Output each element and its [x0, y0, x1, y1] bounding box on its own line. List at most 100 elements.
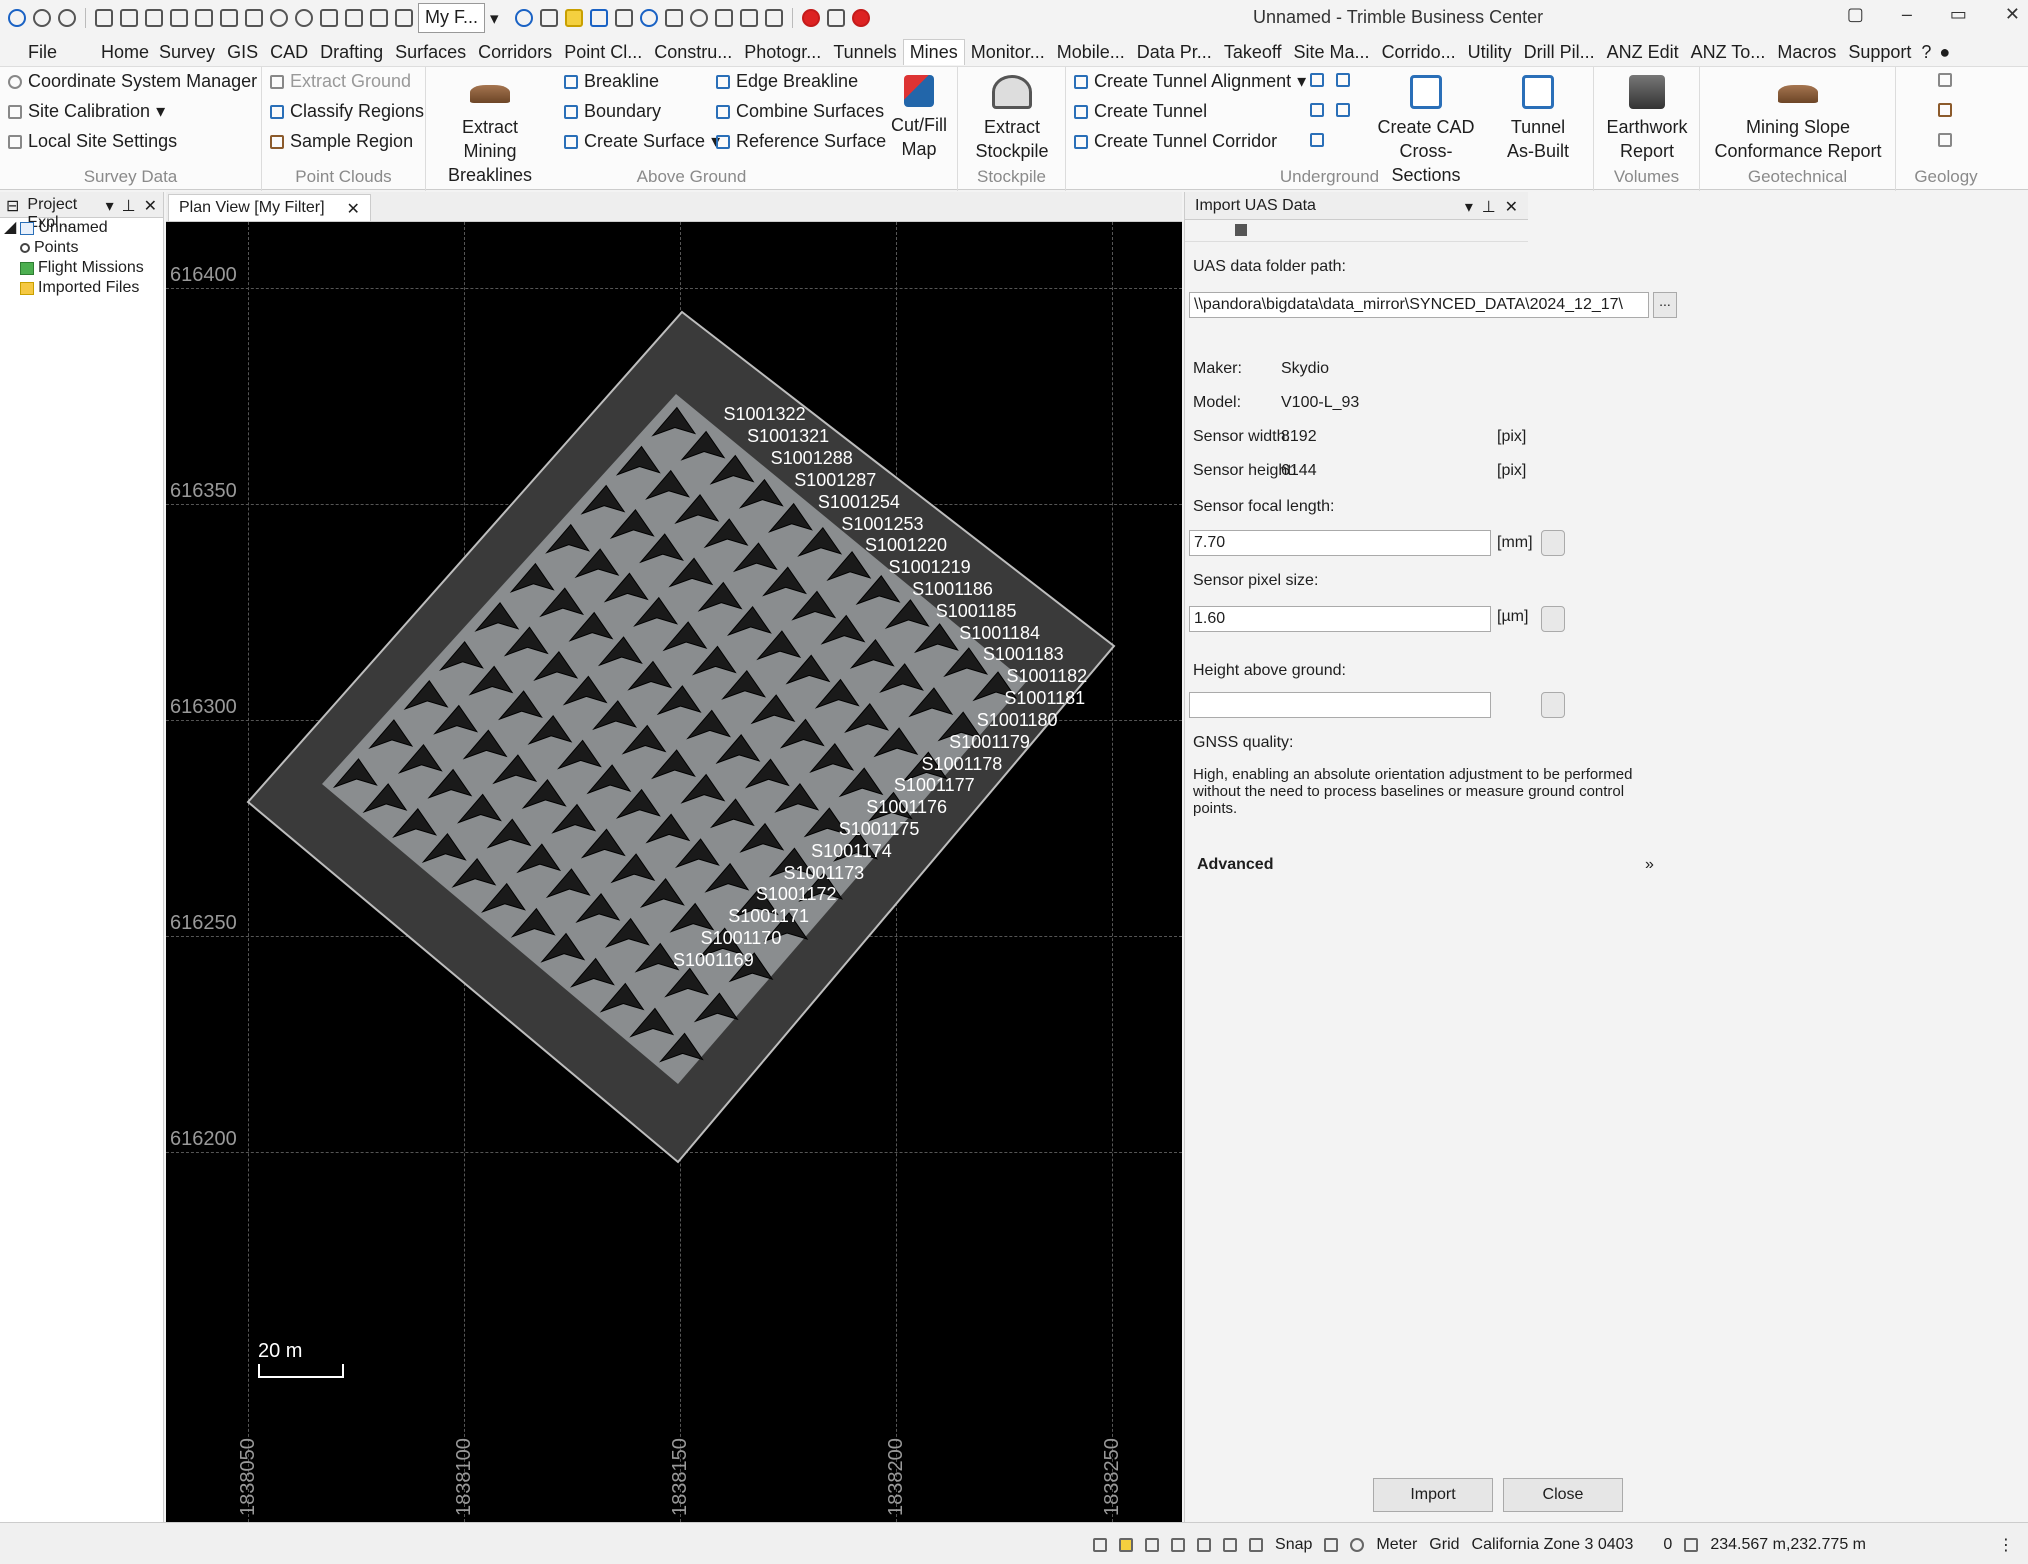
grid-icon[interactable] [665, 9, 683, 27]
earthwork-report-button[interactable]: Earthwork Report [1600, 75, 1694, 163]
reset-height-icon[interactable] [1541, 692, 1565, 718]
settings-icon[interactable] [195, 9, 213, 27]
menu-photogrammetry[interactable]: Photogr... [738, 40, 827, 65]
menu-tunnels[interactable]: Tunnels [827, 40, 902, 65]
geology-model-icon[interactable] [1938, 103, 1952, 117]
tunnel-points-icon[interactable] [1310, 103, 1324, 117]
tunnel-report-icon[interactable] [1310, 133, 1324, 147]
menu-monitoring[interactable]: Monitor... [965, 40, 1051, 65]
create-tunnel-corridor-button[interactable]: Create Tunnel Corridor [1074, 131, 1277, 152]
close-circle-icon[interactable] [852, 9, 870, 27]
import-button[interactable]: Import [1373, 1478, 1493, 1512]
photo-label[interactable]: S1001321 [747, 426, 829, 447]
camera-icon[interactable] [1324, 1538, 1339, 1552]
tunnel-tool-icon[interactable] [1310, 73, 1324, 87]
circle-icon[interactable] [295, 9, 313, 27]
panel-close-icon[interactable]: ✕ [144, 196, 157, 215]
funnel-icon[interactable] [540, 9, 558, 27]
tree-item-points[interactable]: Points [0, 238, 163, 258]
menu-survey[interactable]: Survey [153, 40, 221, 65]
tunnel-settings-icon[interactable] [1336, 73, 1350, 87]
advanced-section-toggle[interactable]: Advanced [1197, 856, 1273, 874]
combine-surfaces-button[interactable]: Combine Surfaces [716, 101, 884, 122]
photo-label[interactable]: S1001177 [894, 775, 975, 796]
photo-label[interactable]: S1001172 [756, 884, 837, 905]
reset-focal-length-icon[interactable] [1541, 530, 1565, 556]
photo-label[interactable]: S1001181 [1004, 688, 1085, 709]
menu-site-management[interactable]: Site Ma... [1288, 40, 1376, 65]
app-logo-icon[interactable] [8, 9, 26, 27]
menu-anz-tools[interactable]: ANZ To... [1685, 40, 1772, 65]
menu-takeoff[interactable]: Takeoff [1218, 40, 1288, 65]
stack-icon[interactable] [590, 9, 608, 27]
view-icon[interactable] [1093, 1538, 1108, 1552]
tunnel-shapes-icon[interactable] [1336, 103, 1350, 117]
display-icon[interactable] [1197, 1538, 1212, 1552]
tab-plan-view[interactable]: Plan View [My Filter] ✕ [168, 194, 371, 222]
create-tunnel-button[interactable]: Create Tunnel [1074, 101, 1207, 122]
menu-data-prep[interactable]: Data Pr... [1131, 40, 1218, 65]
reference-surface-button[interactable]: Reference Surface [716, 131, 886, 152]
tab-close-icon[interactable]: ✕ [347, 199, 360, 218]
photo-label[interactable]: S1001178 [922, 754, 1003, 775]
pin-icon[interactable]: ⊥ [1482, 199, 1496, 216]
classify-regions-button[interactable]: Classify Regions [270, 101, 424, 122]
geology-drill-icon[interactable] [1938, 133, 1952, 147]
create-surface-button[interactable]: Create Surface ▾ [564, 131, 720, 152]
photo-label[interactable]: S1001219 [889, 557, 971, 578]
menu-home[interactable]: Home [97, 40, 153, 65]
filter-dropdown-icon[interactable]: ▾ [490, 9, 508, 28]
new-project-icon[interactable] [95, 9, 113, 27]
menu-construction[interactable]: Constru... [648, 40, 738, 65]
tree-item-flight-missions[interactable]: Flight Missions [0, 258, 163, 278]
photo-label[interactable]: S1001179 [949, 732, 1030, 753]
photo-label[interactable]: S1001288 [771, 448, 853, 469]
undo-icon[interactable] [33, 9, 51, 27]
photo-label[interactable]: S1001173 [783, 863, 864, 884]
redo-icon[interactable] [58, 9, 76, 27]
maximize-icon[interactable]: ▭ [1950, 4, 1967, 25]
menu-corridors[interactable]: Corridors [472, 40, 558, 65]
local-site-settings-button[interactable]: Local Site Settings [8, 131, 177, 152]
edge-breakline-button[interactable]: Edge Breakline [716, 71, 858, 92]
photo-label[interactable]: S1001183 [983, 644, 1064, 665]
user-icon[interactable]: ● [1935, 40, 1954, 65]
pin-icon[interactable]: ⊥ [122, 196, 136, 215]
collapse-icon[interactable]: ◢ [4, 218, 16, 238]
menu-gis[interactable]: GIS [221, 40, 264, 65]
photo-label[interactable]: S1001253 [841, 514, 923, 535]
photo-label[interactable]: S1001322 [724, 404, 806, 425]
mining-slope-conformance-report-button[interactable]: Mining Slope Conformance Report [1706, 75, 1890, 163]
menu-surfaces[interactable]: Surfaces [389, 40, 472, 65]
ortho-icon[interactable] [1223, 1538, 1238, 1552]
grid-label[interactable]: Grid [1429, 1536, 1459, 1554]
globe-icon[interactable] [270, 9, 288, 27]
pen-icon[interactable] [740, 9, 758, 27]
stop-icon[interactable] [827, 9, 845, 27]
coordinate-zone-label[interactable]: California Zone 3 0403 [1472, 1536, 1634, 1554]
coordinate-system-manager-button[interactable]: Coordinate System Manager [8, 71, 257, 92]
geology-image-icon[interactable] [1938, 73, 1952, 87]
highlight-icon[interactable] [565, 9, 583, 27]
pixel-size-input[interactable]: 1.60 [1189, 606, 1491, 632]
photo-label[interactable]: S1001170 [701, 928, 782, 949]
menu-file[interactable]: File [18, 40, 67, 65]
help-icon[interactable]: ? [1917, 40, 1935, 65]
menu-support[interactable]: Support [1842, 40, 1917, 65]
copy-icon[interactable] [220, 9, 238, 27]
breakline-button[interactable]: Breakline [564, 71, 659, 92]
open-file-icon[interactable] [145, 9, 163, 27]
reset-pixel-size-icon[interactable] [1541, 606, 1565, 632]
menu-utility[interactable]: Utility [1462, 40, 1518, 65]
photo-label[interactable]: S1001185 [936, 601, 1017, 622]
layer-icon[interactable] [1171, 1538, 1186, 1552]
cut-fill-map-button[interactable]: Cut/Fill Map [888, 75, 950, 161]
globe-icon[interactable] [1350, 1538, 1365, 1552]
compass-icon[interactable] [640, 9, 658, 27]
status-menu-icon[interactable]: ⋮ [1998, 1535, 2014, 1555]
select-icon[interactable] [1145, 1538, 1160, 1552]
menu-mobile[interactable]: Mobile... [1051, 40, 1131, 65]
chevron-down-icon[interactable]: » [1645, 856, 1654, 874]
photo-label[interactable]: S1001176 [866, 797, 947, 818]
tunnel-as-built-button[interactable]: Tunnel As-Built [1496, 75, 1580, 163]
